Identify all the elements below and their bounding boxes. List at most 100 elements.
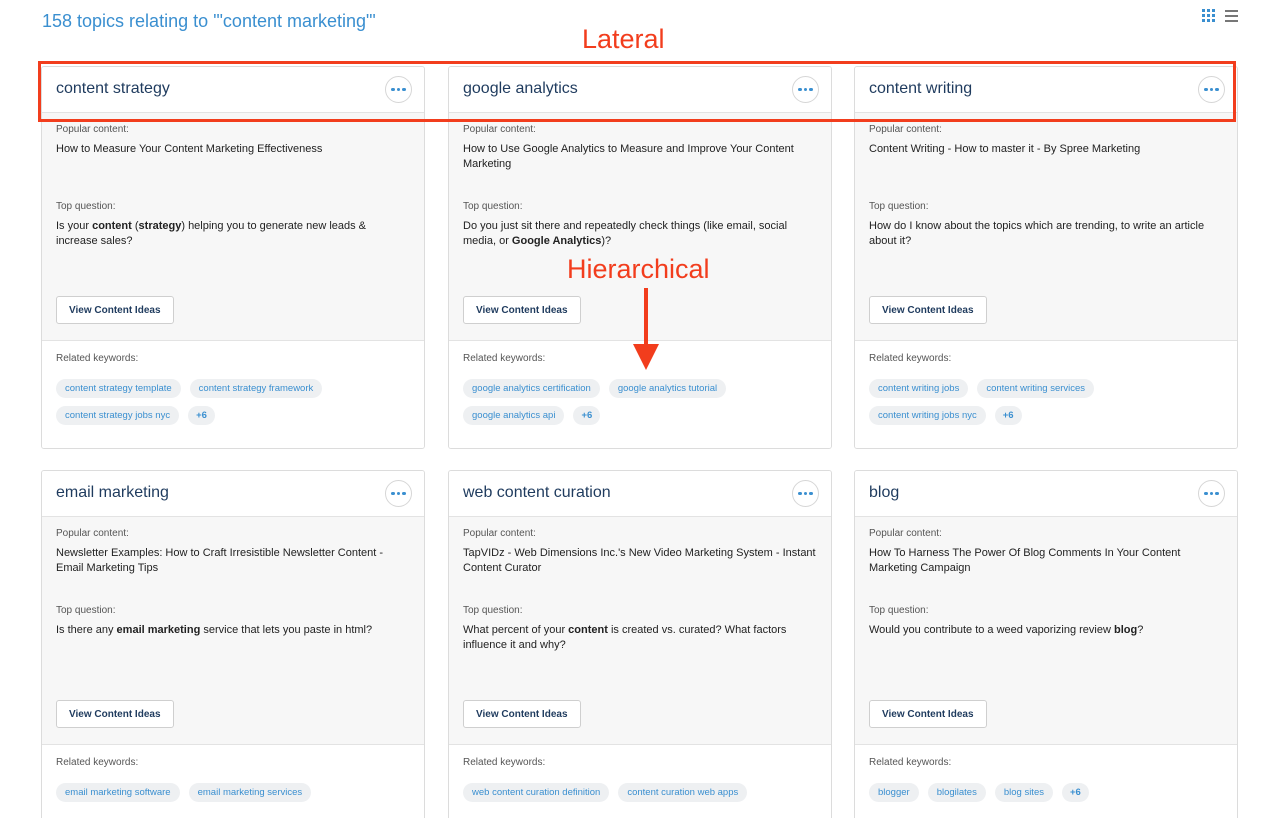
card-body: Popular content: Content Writing - How to… — [855, 113, 1237, 340]
keyword-list: email marketing software email marketing … — [56, 783, 386, 802]
question-segment: content — [92, 220, 132, 232]
ellipsis-icon[interactable] — [792, 76, 819, 103]
keyword-list: content strategy template content strateg… — [56, 379, 386, 425]
view-content-ideas-button[interactable]: View Content Ideas — [463, 700, 581, 728]
view-content-ideas-button[interactable]: View Content Ideas — [869, 296, 987, 324]
keyword-tag[interactable]: content strategy framework — [189, 379, 323, 398]
topic-card: web content curation Popular content: TapV… — [448, 470, 832, 818]
card-footer: Related keywords: content writing jobs con… — [855, 340, 1237, 448]
view-toggle — [1202, 9, 1238, 22]
card-header: content strategy — [42, 67, 424, 113]
view-content-ideas-button[interactable]: View Content Ideas — [869, 700, 987, 728]
related-keywords-label: Related keywords: — [463, 757, 546, 768]
top-question-text[interactable]: Would you contribute to a weed vaporizin… — [869, 623, 1223, 663]
question-segment: What percent of your — [463, 624, 569, 636]
popular-content-label: Popular content: — [56, 124, 129, 135]
hierarchical-annotation-label: Hierarchical — [567, 254, 710, 284]
keyword-tag[interactable]: blogilates — [927, 783, 986, 802]
card-footer: Related keywords: blogger blogilates blog s… — [855, 744, 1237, 818]
view-content-ideas-button[interactable]: View Content Ideas — [56, 700, 174, 728]
top-question-label: Top question: — [463, 605, 523, 616]
more-keywords-tag[interactable]: +6 — [573, 406, 601, 425]
card-body: Popular content: How to Measure Your Cont… — [42, 113, 424, 340]
ellipsis-icon[interactable] — [385, 480, 412, 507]
card-header: blog — [855, 471, 1237, 517]
card-body: Popular content: Newsletter Examples: How… — [42, 517, 424, 744]
top-question-label: Top question: — [463, 201, 523, 212]
related-keywords-label: Related keywords: — [56, 353, 139, 364]
keyword-tag[interactable]: content curation web apps — [618, 783, 748, 802]
topic-title[interactable]: email marketing — [56, 484, 169, 502]
card-header: content writing — [855, 67, 1237, 113]
keyword-tag[interactable]: google analytics certification — [463, 379, 600, 398]
hierarchical-arrow — [633, 288, 659, 370]
card-header: email marketing — [42, 471, 424, 517]
question-segment: ? — [1137, 624, 1144, 636]
popular-content-label: Popular content: — [463, 124, 536, 135]
popular-content-link[interactable]: How to Measure Your Content Marketing Ef… — [56, 142, 410, 182]
lateral-annotation-label: Lateral — [582, 24, 665, 54]
top-question-text[interactable]: What percent of your content is created … — [463, 623, 817, 663]
topic-card: email marketing Popular content: Newslette… — [41, 470, 425, 818]
popular-content-label: Popular content: — [463, 528, 536, 539]
popular-content-link[interactable]: Newsletter Examples: How to Craft Irresi… — [56, 546, 410, 586]
keyword-tag[interactable]: content writing jobs nyc — [869, 406, 986, 425]
keyword-tag[interactable]: google analytics api — [463, 406, 565, 425]
card-header: google analytics — [449, 67, 831, 113]
question-segment: Is your — [56, 220, 93, 232]
question-segment: content — [568, 624, 608, 636]
card-body: Popular content: TapVIDz - Web Dimensions… — [449, 517, 831, 744]
topic-title[interactable]: web content curation — [463, 484, 611, 502]
keyword-tag[interactable]: content writing services — [977, 379, 1095, 398]
keyword-list: blogger blogilates blog sites +6 — [869, 783, 1199, 802]
keyword-tag[interactable]: email marketing software — [56, 783, 180, 802]
keyword-tag[interactable]: content strategy template — [56, 379, 181, 398]
topic-title[interactable]: content writing — [869, 80, 972, 98]
related-keywords-label: Related keywords: — [869, 757, 952, 768]
page-title: 158 topics relating to '"content marketi… — [42, 11, 376, 31]
ellipsis-icon[interactable] — [1198, 76, 1225, 103]
question-segment: )? — [601, 235, 612, 247]
popular-content-link[interactable]: TapVIDz - Web Dimensions Inc.'s New Vide… — [463, 546, 817, 586]
question-segment: strategy — [138, 220, 182, 232]
top-question-text[interactable]: Do you just sit there and repeatedly che… — [463, 219, 817, 259]
card-footer: Related keywords: email marketing softwar… — [42, 744, 424, 818]
ellipsis-icon[interactable] — [792, 480, 819, 507]
popular-content-label: Popular content: — [56, 528, 129, 539]
list-view-icon[interactable] — [1225, 9, 1238, 22]
top-question-text[interactable]: Is there any email marketing service tha… — [56, 623, 410, 663]
topic-title[interactable]: blog — [869, 484, 899, 502]
ellipsis-icon[interactable] — [1198, 480, 1225, 507]
keyword-tag[interactable]: google analytics tutorial — [608, 379, 727, 398]
keyword-tag[interactable]: web content curation definition — [463, 783, 610, 802]
question-segment: blog — [1114, 624, 1138, 636]
more-keywords-tag[interactable]: +6 — [994, 406, 1022, 425]
more-keywords-tag[interactable]: +6 — [1061, 783, 1089, 802]
related-keywords-label: Related keywords: — [869, 353, 952, 364]
grid-view-icon[interactable] — [1202, 9, 1215, 22]
view-content-ideas-button[interactable]: View Content Ideas — [463, 296, 581, 324]
topic-card: blog Popular content: How To Harness The P… — [854, 470, 1238, 818]
top-question-text[interactable]: Is your content (strategy) helping you t… — [56, 219, 410, 259]
popular-content-link[interactable]: How To Harness The Power Of Blog Comment… — [869, 546, 1223, 586]
card-footer: Related keywords: content strategy templa… — [42, 340, 424, 448]
keyword-tag[interactable]: content writing jobs — [869, 379, 969, 398]
top-question-label: Top question: — [56, 201, 116, 212]
keyword-tag[interactable]: email marketing services — [188, 783, 312, 802]
more-keywords-tag[interactable]: +6 — [188, 406, 215, 425]
popular-content-link[interactable]: How to Use Google Analytics to Measure a… — [463, 142, 817, 182]
popular-content-link[interactable]: Content Writing - How to master it - By … — [869, 142, 1223, 182]
top-question-text[interactable]: How do I know about the topics which are… — [869, 219, 1223, 259]
keyword-tag[interactable]: blogger — [869, 783, 919, 802]
topic-title[interactable]: google analytics — [463, 80, 578, 98]
popular-content-label: Popular content: — [869, 528, 942, 539]
keyword-tag[interactable]: blog sites — [994, 783, 1053, 802]
keyword-tag[interactable]: content strategy jobs nyc — [56, 406, 180, 425]
question-segment: service that lets you paste in html? — [200, 624, 373, 636]
view-content-ideas-button[interactable]: View Content Ideas — [56, 296, 174, 324]
topic-title[interactable]: content strategy — [56, 80, 170, 98]
card-header: web content curation — [449, 471, 831, 517]
ellipsis-icon[interactable] — [385, 76, 412, 103]
keyword-list: content writing jobs content writing serv… — [869, 379, 1199, 425]
top-question-label: Top question: — [56, 605, 116, 616]
